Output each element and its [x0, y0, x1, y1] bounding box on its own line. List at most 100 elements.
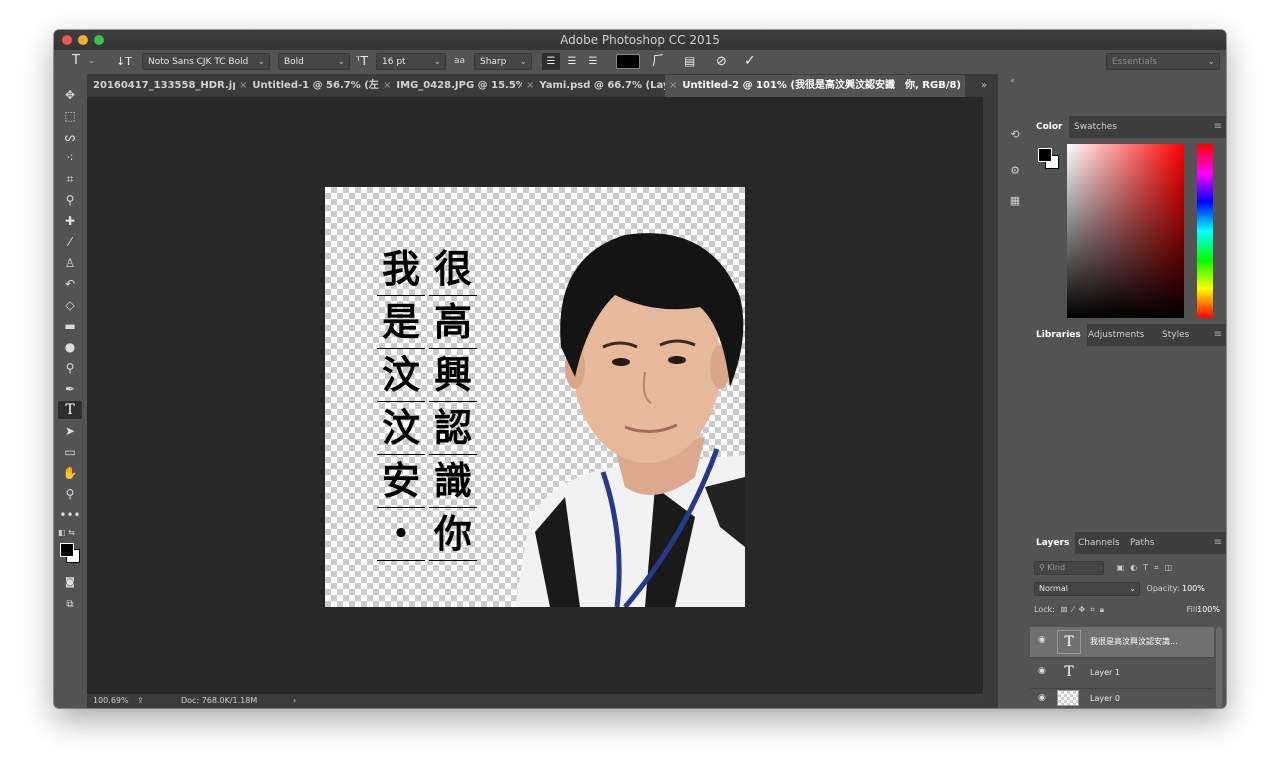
document-canvas[interactable]: 我 是 汶 汶 安 ・ 很 高 興 認 識 你 — [325, 187, 745, 607]
font-style-select[interactable]: Bold ⌄ — [278, 53, 350, 70]
font-family-select[interactable]: Noto Sans CJK TC Bold ⌄ — [142, 53, 270, 70]
dodge-tool-icon[interactable]: ⚲ — [58, 359, 82, 377]
align-bottom-icon[interactable]: ☰ — [584, 53, 602, 70]
layer-row[interactable]: ◉ T Layer 1 — [1030, 658, 1214, 689]
properties-panel-icon[interactable]: ⚙ — [1006, 162, 1024, 180]
workspace-select[interactable]: Essentials ⌄ — [1106, 53, 1220, 70]
healing-brush-tool-icon[interactable]: ✚ — [58, 212, 82, 230]
tab-document-4[interactable]: × Yami.psd @ 66.7% (Laye... — [522, 75, 665, 97]
history-brush-tool-icon[interactable]: ↶ — [58, 275, 82, 293]
tab-channels[interactable]: Channels — [1072, 532, 1126, 554]
zoom-level[interactable]: 100.69% — [93, 694, 129, 708]
share-icon[interactable]: ⇪ — [137, 694, 144, 708]
eraser-tool-icon[interactable]: ◇ — [58, 296, 82, 314]
hue-slider[interactable] — [1197, 144, 1213, 318]
chevron-down-icon: ⌄ — [433, 57, 441, 67]
tab-swatches[interactable]: Swatches — [1068, 116, 1123, 138]
chevron-down-icon: ⌄ — [1129, 584, 1136, 593]
tab-libraries[interactable]: Libraries — [1030, 324, 1087, 346]
eyedropper-tool-icon[interactable]: ⚲ — [58, 191, 82, 209]
tab-adjustments[interactable]: Adjustments — [1082, 324, 1150, 346]
text-orientation-icon[interactable]: ↓T — [116, 53, 132, 70]
foreground-color-swatch[interactable] — [60, 543, 74, 557]
tab-document-5[interactable]: × Untitled-2 @ 101% (我很是高汶興汶認安識 你, RGB/8)… — [665, 75, 965, 97]
align-top-icon[interactable]: ☰ — [542, 53, 560, 70]
marquee-tool-icon[interactable]: ⬚ — [58, 107, 82, 125]
eye-icon[interactable]: ◉ — [1038, 666, 1046, 676]
layer-filter-select[interactable]: ⚲ Kind — [1034, 561, 1104, 575]
document-tabs: 20160417_133558_HDR.jpg × Untitled-1 @ 56… — [87, 75, 997, 97]
collapse-dock-icon[interactable]: « — [1010, 76, 1015, 85]
panel-menu-icon[interactable]: ≡ — [1214, 324, 1222, 346]
chevron-down-icon: ⌄ — [1207, 57, 1215, 67]
minimize-window-button[interactable] — [78, 35, 88, 45]
more-tabs-icon[interactable]: » — [981, 75, 987, 97]
tab-layers[interactable]: Layers — [1030, 532, 1076, 554]
tab-document-3[interactable]: × IMG_0428.JPG @ 15.5% (... — [379, 75, 522, 97]
tab-document-1[interactable]: 20160417_133558_HDR.jpg — [87, 75, 235, 97]
close-tab-icon[interactable]: × — [669, 80, 677, 91]
layer-name: 我很是高汶興汶認安識... — [1090, 637, 1178, 646]
close-tab-icon[interactable]: × — [239, 80, 247, 91]
panel-dock: « ⟲ ⚙ ▦ — [997, 74, 1032, 708]
layer-row[interactable]: ◉ T 我很是高汶興汶認安識... — [1030, 627, 1214, 658]
history-panel-icon[interactable]: ⟲ — [1006, 126, 1024, 144]
default-colors-icon[interactable]: ◧ ⇆ — [58, 528, 75, 537]
document-size[interactable]: Doc: 768.0K/1.18M — [181, 694, 257, 708]
blend-mode-select[interactable]: Normal ⌄ — [1034, 582, 1140, 596]
blur-tool-icon[interactable]: ● — [58, 338, 82, 356]
tab-paths[interactable]: Paths — [1124, 532, 1160, 554]
antialias-icon: aa — [454, 56, 466, 66]
character-panel-icon[interactable]: ▦ — [1006, 192, 1024, 210]
align-center-icon[interactable]: ☰ — [563, 53, 581, 70]
status-bar: 100.69% ⇪ Doc: 768.0K/1.18M › — [87, 694, 983, 708]
color-panel-foreground[interactable] — [1038, 148, 1052, 162]
type-tool-preset-icon[interactable]: T — [72, 52, 80, 69]
clone-stamp-tool-icon[interactable]: ♙ — [58, 254, 82, 272]
crop-tool-icon[interactable]: ⌗ — [58, 170, 82, 188]
tab-styles[interactable]: Styles — [1156, 324, 1195, 346]
quick-selection-tool-icon[interactable]: ⁖ — [58, 149, 82, 167]
text-color-swatch[interactable] — [616, 54, 640, 69]
opacity-value[interactable]: 100% — [1182, 584, 1205, 593]
font-size-select[interactable]: 16 pt ⌄ — [376, 53, 446, 70]
tab-document-2[interactable]: × Untitled-1 @ 56.7% (左... — [235, 75, 379, 97]
eye-icon[interactable]: ◉ — [1038, 635, 1046, 645]
pen-tool-icon[interactable]: ✒ — [58, 380, 82, 398]
hand-tool-icon[interactable]: ✋ — [58, 464, 82, 482]
more-tools-icon[interactable]: ••• — [58, 506, 82, 524]
screen-mode-icon[interactable]: ⧉ — [58, 596, 82, 614]
move-tool-icon[interactable]: ✥ — [58, 86, 82, 104]
lock-icons[interactable]: ⊠⁄✥⌗🔒︎ — [1060, 605, 1109, 614]
layers-scrollbar[interactable] — [1216, 627, 1222, 708]
path-selection-tool-icon[interactable]: ➤ — [58, 422, 82, 440]
opacity-label: Opacity: — [1146, 584, 1180, 593]
type-tool-icon[interactable]: T — [58, 401, 82, 419]
zoom-window-button[interactable] — [94, 35, 104, 45]
tab-color[interactable]: Color — [1030, 116, 1069, 138]
close-window-button[interactable] — [62, 35, 72, 45]
zoom-tool-icon[interactable]: ⚲ — [58, 485, 82, 503]
commit-edits-icon[interactable]: ✓ — [744, 53, 756, 70]
panel-menu-icon[interactable]: ≡ — [1214, 532, 1222, 554]
quick-mask-icon[interactable]: ◙ — [58, 574, 82, 592]
chevron-right-icon[interactable]: › — [293, 694, 296, 708]
color-spectrum[interactable] — [1067, 144, 1184, 318]
close-tab-icon[interactable]: × — [526, 80, 534, 91]
workspace-scrollbar[interactable] — [983, 97, 997, 708]
rectangle-tool-icon[interactable]: ▭ — [58, 443, 82, 461]
fill-value[interactable]: 100% — [1197, 602, 1220, 618]
gradient-tool-icon[interactable]: ▬ — [58, 317, 82, 335]
layer-row[interactable]: ◉ Layer 0 — [1030, 689, 1214, 708]
lasso-tool-icon[interactable]: ᔕ — [58, 128, 82, 146]
antialias-select[interactable]: Sharp ⌄ — [474, 53, 532, 70]
cancel-edits-icon[interactable]: ⊘ — [716, 53, 727, 70]
layer-filter-icons[interactable]: ▣◐T⌗◫ — [1117, 563, 1179, 572]
right-panels: Color Swatches ≡ Libraries Adjustments S… — [1030, 74, 1226, 708]
close-tab-icon[interactable]: × — [383, 80, 391, 91]
character-panel-icon[interactable]: ▤ — [684, 53, 695, 70]
panel-menu-icon[interactable]: ≡ — [1214, 116, 1222, 138]
warp-text-icon[interactable]: ⺁ — [652, 53, 665, 70]
eye-icon[interactable]: ◉ — [1038, 693, 1046, 703]
brush-tool-icon[interactable]: ⁄ — [58, 233, 82, 251]
